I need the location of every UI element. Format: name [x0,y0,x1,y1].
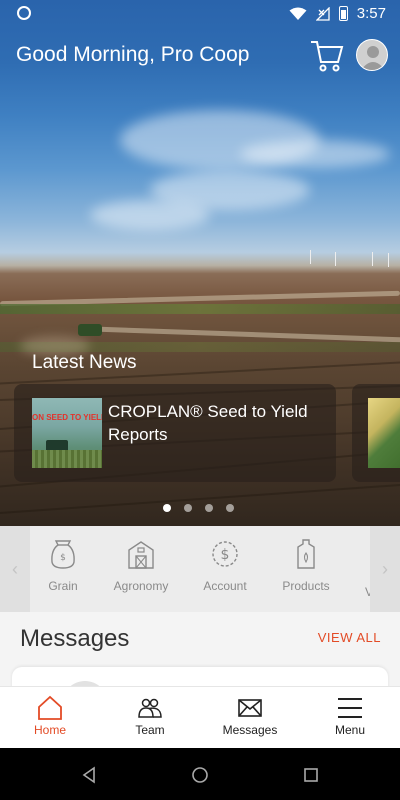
app-notification-icon [17,6,31,20]
back-icon[interactable] [78,764,100,786]
hamburger-menu-icon [338,698,362,718]
category-account[interactable]: $ Account [185,538,265,593]
profile-avatar-button[interactable] [356,39,388,71]
battery-icon [338,6,348,21]
news-thumbnail: ON SEED TO YIELD [32,398,102,468]
cart-button[interactable] [310,38,344,74]
news-card-next[interactable] [352,384,400,482]
product-jug-icon [297,539,315,569]
home-icon [38,695,62,720]
android-system-nav [0,748,400,800]
pagination-dot[interactable] [163,504,171,512]
bottom-navigation: Home Team Messages Menu [0,686,400,748]
envelope-icon [238,699,262,717]
messages-heading: Messages [20,625,130,652]
nav-home[interactable]: Home [0,687,100,749]
chevron-left-icon: ‹ [12,558,18,579]
category-label: Grain [48,579,78,593]
latest-news-heading: Latest News [32,352,137,373]
barn-icon [128,541,154,569]
chevron-right-icon: › [382,558,388,579]
nav-label: Home [33,723,66,737]
home-circle-icon[interactable] [189,764,211,786]
profile-avatar-icon [361,46,385,70]
pagination-dot[interactable] [184,504,192,512]
cart-icon [311,41,344,72]
no-signal-icon [315,6,330,21]
nav-team[interactable]: Team [100,687,200,749]
news-card-title: CROPLAN® Seed to Yield Reports [108,402,308,444]
news-thumbnail [368,398,400,468]
category-label: Agronomy [113,579,169,593]
nav-label: Menu [334,723,366,737]
greeting-text: Good Morning, Pro Coop [16,43,250,66]
scroll-right-button[interactable]: › [370,526,400,612]
category-agronomy[interactable]: Agronomy [101,538,181,593]
view-all-link[interactable]: VIEW ALL [318,630,381,645]
nav-label: Team [135,723,165,737]
recents-square-icon[interactable] [300,764,322,786]
svg-text:$: $ [221,547,230,563]
grain-bag-icon: $ [51,540,75,569]
wifi-icon [289,7,307,20]
nav-messages[interactable]: Messages [200,687,300,749]
pagination-dot[interactable] [226,504,234,512]
news-thumbnail-text: ON SEED TO YIELD [32,413,102,422]
nav-label: Messages [222,723,278,737]
svg-text:$: $ [60,553,66,563]
status-time: 3:57 [356,5,386,22]
team-icon [138,698,162,718]
pagination-dot[interactable] [205,504,213,512]
category-strip: ‹ $ Grain Agronomy $ Account Products V … [0,526,400,612]
status-bar: 3:57 [0,0,400,28]
nav-menu[interactable]: Menu [300,687,400,749]
category-grain[interactable]: $ Grain [23,538,103,593]
messages-section: Messages VIEW ALL [0,612,400,697]
category-label: Account [203,579,247,593]
dollar-coin-icon: $ [212,541,238,567]
app-header: Good Morning, Pro Coop [0,28,400,88]
news-card[interactable]: ON SEED TO YIELD CROPLAN® Seed to Yield … [14,384,336,482]
news-pagination [163,504,234,512]
